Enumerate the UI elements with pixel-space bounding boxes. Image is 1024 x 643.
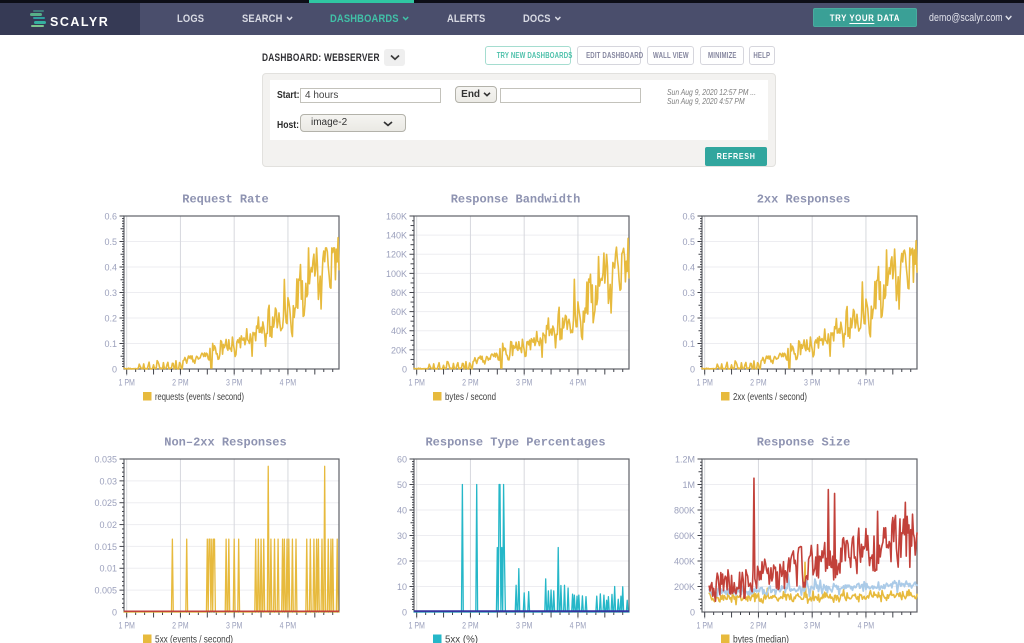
svg-text:Request Rate: Request Rate: [182, 192, 268, 206]
svg-text:bytes / second: bytes / second: [445, 391, 496, 403]
svg-text:0.3: 0.3: [682, 288, 695, 298]
svg-text:3 PM: 3 PM: [226, 378, 243, 389]
svg-text:0.02: 0.02: [99, 520, 117, 530]
svg-text:0: 0: [690, 364, 695, 374]
svg-text:80K: 80K: [391, 288, 407, 298]
svg-text:4 PM: 4 PM: [280, 378, 297, 389]
svg-text:0: 0: [690, 607, 695, 617]
svg-text:0: 0: [402, 607, 407, 617]
svg-text:0: 0: [112, 607, 117, 617]
svg-text:0.3: 0.3: [104, 288, 117, 298]
svg-text:1 PM: 1 PM: [696, 378, 713, 389]
svg-text:3 PM: 3 PM: [226, 621, 243, 632]
svg-text:0.4: 0.4: [104, 262, 117, 272]
svg-text:4 PM: 4 PM: [280, 621, 297, 632]
svg-text:0: 0: [402, 364, 407, 374]
svg-text:60: 60: [397, 454, 407, 464]
svg-text:0.035: 0.035: [94, 454, 117, 464]
svg-text:0.005: 0.005: [94, 586, 117, 596]
svg-text:2xx Responses: 2xx Responses: [757, 192, 851, 206]
svg-text:200K: 200K: [674, 582, 695, 592]
svg-text:30: 30: [397, 531, 407, 541]
svg-text:2 PM: 2 PM: [462, 378, 479, 389]
svg-text:1 PM: 1 PM: [408, 378, 425, 389]
svg-text:Response Bandwidth: Response Bandwidth: [451, 192, 581, 206]
svg-text:2xx (events / second): 2xx (events / second): [733, 391, 807, 403]
svg-text:400K: 400K: [674, 556, 695, 566]
svg-text:0.5: 0.5: [104, 237, 117, 247]
svg-text:0.4: 0.4: [682, 262, 695, 272]
svg-text:0.01: 0.01: [99, 564, 117, 574]
svg-text:0.025: 0.025: [94, 498, 117, 508]
svg-text:2 PM: 2 PM: [172, 378, 189, 389]
svg-text:1 PM: 1 PM: [696, 621, 713, 632]
svg-text:5xx (events / second): 5xx (events / second): [155, 634, 233, 643]
svg-text:50: 50: [397, 480, 407, 490]
svg-text:Response Size: Response Size: [757, 435, 851, 449]
svg-text:140K: 140K: [386, 231, 407, 241]
svg-text:0.6: 0.6: [104, 211, 117, 221]
svg-text:bytes (median): bytes (median): [733, 634, 789, 643]
svg-text:0.5: 0.5: [682, 237, 695, 247]
svg-text:3 PM: 3 PM: [804, 621, 821, 632]
svg-text:160K: 160K: [386, 211, 407, 221]
svg-text:4 PM: 4 PM: [858, 378, 875, 389]
svg-text:0.03: 0.03: [99, 476, 117, 486]
svg-text:2 PM: 2 PM: [750, 378, 767, 389]
svg-text:Non–2xx Responses: Non–2xx Responses: [164, 435, 286, 449]
svg-text:60K: 60K: [391, 307, 407, 317]
svg-text:20: 20: [397, 556, 407, 566]
svg-text:10: 10: [397, 582, 407, 592]
svg-text:3 PM: 3 PM: [516, 621, 533, 632]
svg-text:3 PM: 3 PM: [516, 378, 533, 389]
svg-text:3 PM: 3 PM: [804, 378, 821, 389]
svg-text:0.2: 0.2: [682, 313, 695, 323]
svg-text:5xx (%): 5xx (%): [445, 634, 478, 643]
svg-text:4 PM: 4 PM: [858, 621, 875, 632]
svg-text:2 PM: 2 PM: [750, 621, 767, 632]
svg-text:600K: 600K: [674, 531, 695, 541]
svg-text:0.1: 0.1: [104, 339, 117, 349]
svg-text:4 PM: 4 PM: [570, 621, 587, 632]
svg-text:120K: 120K: [386, 250, 407, 260]
svg-text:0.6: 0.6: [682, 211, 695, 221]
svg-text:40K: 40K: [391, 326, 407, 336]
svg-text:1 PM: 1 PM: [408, 621, 425, 632]
svg-text:2 PM: 2 PM: [172, 621, 189, 632]
svg-text:0.1: 0.1: [682, 339, 695, 349]
svg-text:1 PM: 1 PM: [118, 378, 135, 389]
svg-text:20K: 20K: [391, 345, 407, 355]
svg-text:requests (events / second): requests (events / second): [155, 391, 244, 403]
svg-text:Response Type Percentages: Response Type Percentages: [425, 435, 605, 449]
svg-text:1M: 1M: [682, 480, 695, 490]
svg-text:0.015: 0.015: [94, 542, 117, 552]
svg-text:1 PM: 1 PM: [118, 621, 135, 632]
svg-text:1.2M: 1.2M: [675, 454, 695, 464]
svg-text:0.2: 0.2: [104, 313, 117, 323]
svg-text:800K: 800K: [674, 505, 695, 515]
svg-text:0: 0: [112, 364, 117, 374]
svg-text:4 PM: 4 PM: [570, 378, 587, 389]
svg-text:2 PM: 2 PM: [462, 621, 479, 632]
svg-text:100K: 100K: [386, 269, 407, 279]
svg-text:40: 40: [397, 505, 407, 515]
